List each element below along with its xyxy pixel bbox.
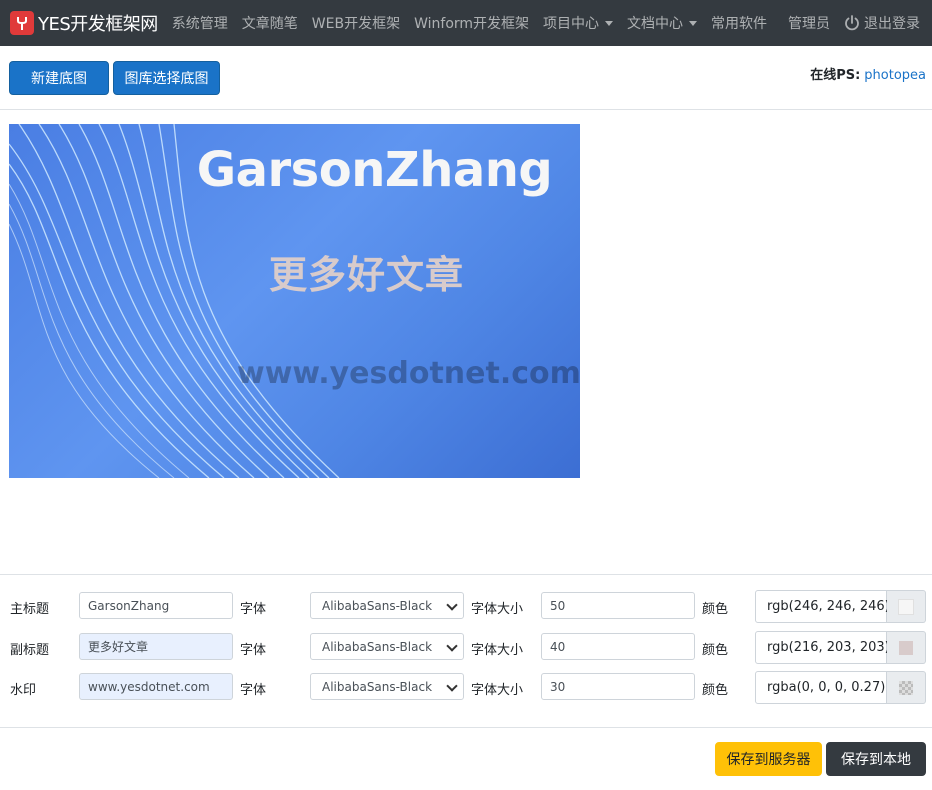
caret-down-icon: [605, 20, 614, 26]
subtitle-row: 副标题 更多好文章 字体 AlibabaSans-Black 字体大小 40 颜…: [0, 631, 932, 664]
nav-item-winform-framework[interactable]: Winform开发框架: [414, 13, 529, 33]
online-ps-label: 在线PS:: [810, 68, 861, 83]
banner-watermark: www.yesdotnet.com: [237, 356, 580, 391]
color-label: 颜色: [702, 683, 729, 698]
save-to-server-button[interactable]: 保存到服务器: [715, 742, 822, 776]
color-swatch-button[interactable]: [887, 671, 926, 704]
nav-item-software[interactable]: 常用软件: [711, 13, 767, 33]
logout-link[interactable]: 退出登录: [844, 13, 920, 33]
user-menu[interactable]: 管理员: [788, 13, 830, 33]
color-swatch-button[interactable]: [887, 590, 926, 623]
title-color-input[interactable]: rgb(246, 246, 246): [755, 590, 890, 623]
font-size-label: 字体大小: [471, 683, 524, 698]
subtitle-color-picker[interactable]: rgb(216, 203, 203): [755, 631, 926, 664]
font-size-label: 字体大小: [471, 602, 524, 617]
color-swatch: [899, 680, 913, 695]
title-row: 主标题 GarsonZhang 字体 AlibabaSans-Black 字体大…: [0, 590, 932, 623]
banner-canvas[interactable]: GarsonZhang 更多好文章 www.yesdotnet.com: [9, 124, 580, 478]
color-swatch: [898, 598, 914, 615]
subtitle-text-input[interactable]: 更多好文章: [79, 633, 233, 660]
watermark-font-select[interactable]: AlibabaSans-Black: [310, 673, 464, 700]
brand-name: YES开发框架网: [38, 14, 158, 35]
color-swatch-button[interactable]: [887, 631, 926, 664]
row-label: 水印: [10, 683, 37, 698]
subtitle-color-input[interactable]: rgb(216, 203, 203): [755, 631, 890, 664]
title-color-picker[interactable]: rgb(246, 246, 246): [755, 590, 926, 623]
color-label: 颜色: [702, 602, 729, 617]
nav-item-docs[interactable]: 文档中心: [627, 13, 698, 33]
banner-title: GarsonZhang: [196, 142, 553, 198]
nav-label: 项目中心: [543, 16, 600, 32]
logout-label: 退出登录: [864, 16, 920, 32]
nav-item-projects[interactable]: 项目中心: [543, 13, 614, 33]
nav-right: 管理员 退出登录: [774, 0, 920, 46]
nav-label: 系统管理: [171, 16, 228, 32]
select-value: AlibabaSans-Black: [322, 679, 433, 694]
watermark-row: 水印 www.yesdotnet.com 字体 AlibabaSans-Blac…: [0, 671, 932, 704]
save-to-local-button[interactable]: 保存到本地: [826, 742, 926, 776]
chevron-down-icon: [446, 640, 458, 652]
photopea-link[interactable]: photopea: [864, 68, 926, 83]
color-label: 颜色: [702, 643, 729, 658]
subtitle-font-select[interactable]: AlibabaSans-Black: [310, 633, 464, 660]
font-label: 字体: [240, 602, 267, 617]
banner-subtitle: 更多好文章: [269, 253, 465, 297]
title-text-input[interactable]: GarsonZhang: [79, 592, 233, 619]
chevron-down-icon: [446, 680, 458, 692]
subtitle-size-input[interactable]: 40: [541, 633, 695, 660]
text-settings-form: 主标题 GarsonZhang 字体 AlibabaSans-Black 字体大…: [0, 574, 932, 728]
watermark-text-input[interactable]: www.yesdotnet.com: [79, 673, 233, 700]
toolbar: 新建底图 图库选择底图 在线PS: photopea: [0, 47, 932, 110]
watermark-color-input[interactable]: rgba(0, 0, 0, 0.27): [755, 671, 887, 704]
choose-background-button[interactable]: 图库选择底图: [113, 61, 220, 95]
font-label: 字体: [240, 643, 267, 658]
caret-down-icon: [689, 20, 698, 26]
select-value: AlibabaSans-Black: [322, 598, 433, 613]
nav-label: Winform开发框架: [414, 16, 530, 32]
watermark-color-picker[interactable]: rgba(0, 0, 0, 0.27): [755, 671, 926, 704]
nav-item-web-framework[interactable]: WEB开发框架: [312, 13, 400, 33]
nav-label: WEB开发框架: [311, 16, 401, 32]
nav-label: 文章随笔: [241, 16, 298, 32]
row-label: 主标题: [10, 602, 50, 617]
watermark-size-input[interactable]: 30: [541, 673, 695, 700]
nav-label: 文档中心: [627, 16, 684, 32]
power-icon: [845, 15, 859, 31]
chevron-down-icon: [446, 599, 458, 611]
new-background-button[interactable]: 新建底图: [9, 61, 109, 95]
brand[interactable]: YES开发框架网: [10, 10, 158, 36]
font-size-label: 字体大小: [471, 643, 524, 658]
font-label: 字体: [240, 683, 267, 698]
brand-logo-icon: [10, 11, 34, 35]
nav-item-articles[interactable]: 文章随笔: [242, 13, 298, 33]
title-font-select[interactable]: AlibabaSans-Black: [310, 592, 464, 619]
top-navbar: YES开发框架网 系统管理 文章随笔 WEB开发框架 Winform开发框架 项…: [0, 0, 932, 46]
title-size-input[interactable]: 50: [541, 592, 695, 619]
nav-item-system[interactable]: 系统管理: [172, 13, 228, 33]
nav-label: 常用软件: [711, 16, 768, 32]
color-swatch: [899, 640, 913, 655]
online-ps: 在线PS: photopea: [810, 64, 926, 83]
row-label: 副标题: [10, 643, 50, 658]
select-value: AlibabaSans-Black: [322, 639, 433, 654]
